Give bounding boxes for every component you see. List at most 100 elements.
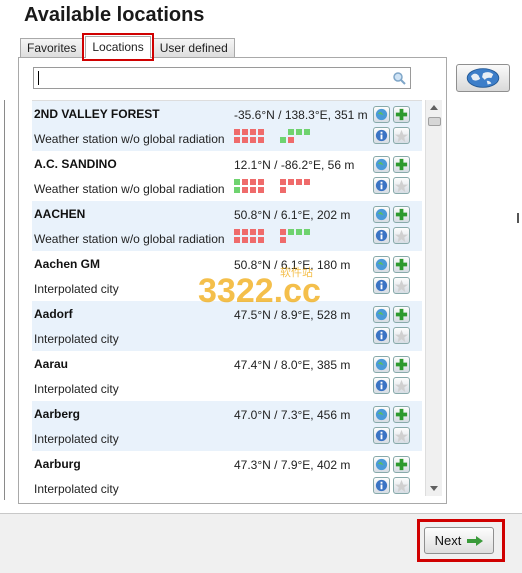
row-actions [373, 356, 413, 398]
location-type: Weather station w/o global radiation [34, 232, 225, 246]
add-favorite-button[interactable] [393, 256, 410, 273]
globe-icon[interactable] [373, 456, 390, 473]
add-favorite-button[interactable] [393, 156, 410, 173]
add-favorite-button[interactable] [393, 206, 410, 223]
left-panel-edge [0, 100, 5, 500]
globe-icon[interactable] [373, 306, 390, 323]
location-coords: 47.0°N / 7.3°E, 456 m [234, 408, 351, 422]
availability-group [280, 129, 316, 143]
add-favorite-button[interactable] [393, 406, 410, 423]
location-type: Interpolated city [34, 282, 119, 296]
location-name: Aarburg [34, 457, 81, 471]
location-list[interactable]: 2ND VALLEY FOREST -35.6°N / 138.3°E, 351… [32, 100, 422, 496]
locations-panel: 2ND VALLEY FOREST -35.6°N / 138.3°E, 351… [18, 57, 447, 504]
location-coords: 47.3°N / 7.9°E, 402 m [234, 458, 351, 472]
add-favorite-button[interactable] [393, 306, 410, 323]
location-name: Aadorf [34, 307, 73, 321]
star-icon[interactable] [393, 227, 410, 244]
row-actions [373, 306, 413, 348]
availability-group [280, 179, 316, 193]
star-icon[interactable] [393, 177, 410, 194]
text-cursor [38, 71, 39, 85]
data-availability-indicator [234, 179, 324, 195]
location-name: Aarberg [34, 407, 81, 421]
globe-icon[interactable] [373, 356, 390, 373]
info-icon[interactable] [373, 277, 390, 294]
globe-icon[interactable] [373, 156, 390, 173]
list-item[interactable]: Aadorf 47.5°N / 8.9°E, 528 m Interpolate… [32, 301, 422, 351]
location-coords: 47.4°N / 8.0°E, 385 m [234, 358, 351, 372]
search-input[interactable] [33, 67, 411, 89]
location-type: Interpolated city [34, 482, 119, 496]
list-item[interactable]: Aarau 47.4°N / 8.0°E, 385 m Interpolated… [32, 351, 422, 401]
star-icon[interactable] [393, 127, 410, 144]
list-item[interactable]: A.C. SANDINO 12.1°N / -86.2°E, 56 m Weat… [32, 151, 422, 201]
location-type: Interpolated city [34, 332, 119, 346]
list-item[interactable]: Aachen GM 50.8°N / 6.1°E, 180 m Interpol… [32, 251, 422, 301]
info-icon[interactable] [373, 327, 390, 344]
data-availability-indicator [234, 129, 324, 145]
star-icon[interactable] [393, 427, 410, 444]
info-icon[interactable] [373, 127, 390, 144]
resize-grip[interactable] [517, 213, 519, 223]
star-icon[interactable] [393, 377, 410, 394]
search-icon[interactable] [392, 71, 406, 85]
availability-group [234, 229, 270, 243]
location-name: A.C. SANDINO [34, 157, 117, 171]
info-icon[interactable] [373, 477, 390, 494]
add-favorite-button[interactable] [393, 456, 410, 473]
vertical-scrollbar[interactable] [425, 100, 442, 496]
tab-locations[interactable]: Locations [82, 33, 154, 61]
star-icon[interactable] [393, 277, 410, 294]
location-dialog: Available locations Favorites Locations … [0, 0, 522, 573]
location-name: Aachen GM [34, 257, 101, 271]
page-title: Available locations [24, 4, 205, 26]
location-coords: 12.1°N / -86.2°E, 56 m [234, 158, 355, 172]
world-map-button[interactable] [456, 64, 510, 92]
location-coords: -35.6°N / 138.3°E, 351 m [234, 108, 368, 122]
location-type: Weather station w/o global radiation [34, 182, 225, 196]
location-type: Interpolated city [34, 382, 119, 396]
location-type: Weather station w/o global radiation [34, 132, 225, 146]
row-actions [373, 406, 413, 448]
scroll-thumb[interactable] [428, 117, 441, 126]
location-coords: 50.8°N / 6.1°E, 202 m [234, 208, 351, 222]
data-availability-indicator [234, 229, 324, 245]
tab-favorites[interactable]: Favorites [20, 38, 84, 58]
next-button[interactable]: Next [424, 527, 494, 554]
list-item[interactable]: 2ND VALLEY FOREST -35.6°N / 138.3°E, 351… [32, 101, 422, 151]
row-actions [373, 156, 413, 198]
row-actions [373, 256, 413, 298]
next-button-label: Next [434, 533, 462, 548]
tab-bar: Favorites Locations User defined [20, 33, 237, 61]
list-item[interactable]: Aarberg 47.0°N / 7.3°E, 456 m Interpolat… [32, 401, 422, 451]
list-item[interactable]: AACHEN 50.8°N / 6.1°E, 202 m Weather sta… [32, 201, 422, 251]
location-coords: 50.8°N / 6.1°E, 180 m [234, 258, 351, 272]
globe-icon[interactable] [373, 406, 390, 423]
availability-group [234, 179, 270, 193]
location-coords: 47.5°N / 8.9°E, 528 m [234, 308, 351, 322]
star-icon[interactable] [393, 477, 410, 494]
availability-group [234, 129, 270, 143]
row-actions [373, 106, 413, 148]
next-button-highlight: Next [417, 519, 505, 562]
location-type: Interpolated city [34, 432, 119, 446]
availability-group [280, 229, 316, 243]
scroll-up-arrow[interactable] [430, 105, 438, 110]
info-icon[interactable] [373, 427, 390, 444]
star-icon[interactable] [393, 327, 410, 344]
scroll-down-arrow[interactable] [430, 486, 438, 491]
info-icon[interactable] [373, 377, 390, 394]
list-item[interactable]: Aarburg 47.3°N / 7.9°E, 402 m Interpolat… [32, 451, 422, 496]
world-map-icon [466, 68, 500, 88]
globe-icon[interactable] [373, 206, 390, 223]
info-icon[interactable] [373, 177, 390, 194]
info-icon[interactable] [373, 227, 390, 244]
globe-icon[interactable] [373, 106, 390, 123]
add-favorite-button[interactable] [393, 356, 410, 373]
location-name: AACHEN [34, 207, 86, 221]
tab-user-defined[interactable]: User defined [152, 38, 235, 58]
arrow-right-icon [467, 535, 484, 546]
add-favorite-button[interactable] [393, 106, 410, 123]
globe-icon[interactable] [373, 256, 390, 273]
